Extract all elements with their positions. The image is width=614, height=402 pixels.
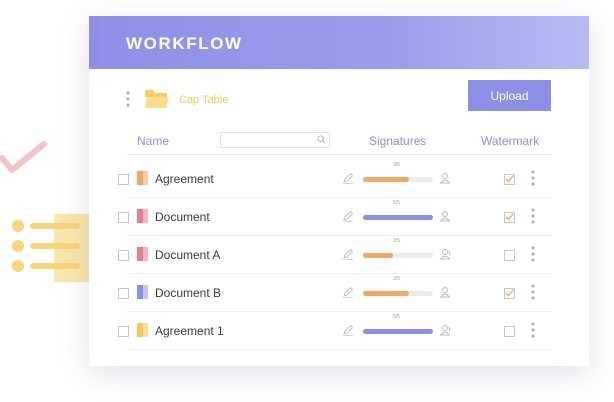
person-icon[interactable] [439, 286, 451, 298]
row-more-options-icon[interactable] [531, 284, 535, 300]
signature-progress-bar [363, 329, 433, 334]
checkmark-icon [505, 175, 514, 183]
row-select-checkbox[interactable] [118, 174, 129, 185]
signature-count: 3/5 [393, 162, 400, 168]
person-icon[interactable] [439, 210, 451, 222]
red-document-icon [137, 209, 148, 223]
yellow-document-icon [137, 323, 148, 337]
watermark-checkbox[interactable] [504, 326, 515, 337]
folder-icon[interactable] [144, 89, 170, 109]
checkmark-icon [505, 213, 514, 221]
signature-progress-fill [363, 253, 394, 258]
row-select-checkbox[interactable] [118, 212, 129, 223]
table-row[interactable]: Document 5/5 [89, 198, 589, 236]
pen-icon[interactable] [342, 172, 354, 184]
column-header-signatures[interactable]: Signatures [369, 134, 426, 148]
signers-icon[interactable] [439, 248, 451, 260]
purple-document-icon [137, 285, 148, 299]
row-select-checkbox[interactable] [118, 288, 129, 299]
workflow-panel: WORKFLOW Cap Table Upload Name Signature… [89, 16, 589, 366]
pen-icon[interactable] [342, 286, 354, 298]
signature-progress-fill [363, 215, 433, 220]
row-select-checkbox[interactable] [118, 326, 129, 337]
signers-icon[interactable] [439, 324, 451, 336]
header-divider [127, 154, 552, 155]
search-input[interactable] [220, 132, 330, 148]
signature-count: 2/5 [393, 238, 400, 244]
signature-count: 5/5 [393, 314, 400, 320]
row-select-checkbox[interactable] [118, 250, 129, 261]
table-row[interactable]: Agreement 1 5/5 [89, 312, 589, 350]
red-document-icon [137, 247, 148, 261]
table-row[interactable]: Agreement 3/5 [89, 160, 589, 198]
pen-icon[interactable] [342, 324, 354, 336]
person-icon[interactable] [439, 172, 451, 184]
pen-icon[interactable] [342, 210, 354, 222]
decorative-list-icon [12, 214, 92, 282]
pen-icon[interactable] [342, 248, 354, 260]
decorative-checkmark-icon [0, 141, 47, 173]
watermark-checkbox[interactable] [504, 212, 515, 223]
panel-header: WORKFLOW [89, 16, 589, 69]
document-name[interactable]: Agreement [155, 172, 214, 186]
document-name[interactable]: Document [155, 210, 210, 224]
row-divider [127, 349, 552, 350]
document-name[interactable]: Agreement 1 [155, 324, 224, 338]
page-title: WORKFLOW [126, 34, 243, 53]
signature-count: 3/5 [393, 276, 400, 282]
signature-progress-bar [363, 253, 433, 258]
search-icon [317, 135, 326, 144]
watermark-checkbox[interactable] [504, 288, 515, 299]
checkmark-icon [505, 289, 514, 297]
row-more-options-icon[interactable] [531, 322, 535, 338]
column-header-name[interactable]: Name [137, 134, 169, 148]
signature-count: 5/5 [393, 200, 400, 206]
folder-label[interactable]: Cap Table [179, 94, 228, 106]
signature-progress-bar [363, 177, 433, 182]
column-header-watermark[interactable]: Watermark [481, 134, 539, 148]
row-more-options-icon[interactable] [531, 208, 535, 224]
table-row[interactable]: Document A 2/5 [89, 236, 589, 274]
signature-progress-fill [363, 291, 410, 296]
watermark-checkbox[interactable] [504, 174, 515, 185]
row-more-options-icon[interactable] [531, 246, 535, 262]
table-row[interactable]: Document B 3/5 [89, 274, 589, 312]
signature-progress-bar [363, 215, 433, 220]
upload-button[interactable]: Upload [468, 80, 551, 111]
row-more-options-icon[interactable] [531, 170, 535, 186]
signature-progress-fill [363, 329, 433, 334]
document-name[interactable]: Document B [155, 286, 221, 300]
signature-progress-bar [363, 291, 433, 296]
signature-progress-fill [363, 177, 410, 182]
more-options-icon[interactable] [126, 91, 130, 107]
watermark-checkbox[interactable] [504, 250, 515, 261]
orange-document-icon [137, 171, 148, 185]
document-name[interactable]: Document A [155, 248, 220, 262]
